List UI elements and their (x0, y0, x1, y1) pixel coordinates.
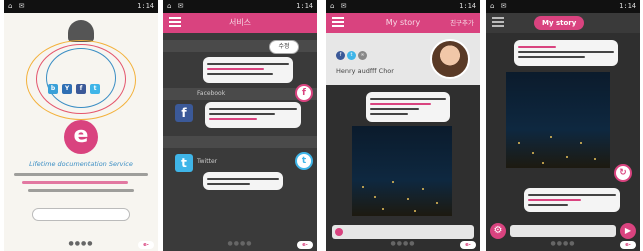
status-time: 1:14 (137, 2, 154, 10)
night-city-photo[interactable] (506, 72, 610, 168)
status-time: 1:14 (459, 2, 476, 10)
tagline: Lifetime documentation Service (29, 160, 133, 168)
corner-logo: e- (297, 241, 313, 249)
bottom-bar: ⚙ ▶ (490, 223, 636, 239)
status-time: 1:14 (296, 2, 313, 10)
speech-note (366, 92, 450, 122)
status-bar: ⌂ ✉ 1:14 (163, 0, 317, 13)
night-city-photo[interactable] (352, 126, 452, 216)
status-bar: ⌂ ✉ 1:14 (4, 0, 158, 13)
nav-dots: ●●●● (390, 240, 416, 247)
status-time: 1:14 (619, 2, 636, 10)
app-bar: My story 친구추가 (326, 13, 480, 33)
app-bar: 서비스 (163, 13, 317, 33)
yammer-icon: Y (62, 84, 72, 94)
comment-input[interactable] (510, 225, 616, 237)
edit-button[interactable]: 수정 (269, 40, 299, 54)
status-icons: ⌂ ✉ (167, 2, 186, 10)
handwritten-line (14, 173, 148, 176)
screen-my-story: ⌂ ✉ 1:14 My story 친구추가 f t ∞ Henry audfff … (326, 0, 480, 251)
nav-dots: ●●●● (550, 240, 576, 247)
pencil-icon (335, 228, 343, 236)
comment-input[interactable] (332, 225, 474, 239)
twitter-icon[interactable]: t (347, 51, 356, 60)
handwritten-line (22, 181, 128, 184)
status-icons: ⌂ ✉ (490, 2, 509, 10)
facebook-icon: f (76, 84, 86, 94)
facebook-icon[interactable]: f (175, 104, 193, 122)
screenshot-strip: ⌂ ✉ 1:14 b Y f t e Lifetime documentatio… (0, 0, 643, 251)
avatar[interactable] (430, 39, 470, 79)
speech-note (514, 40, 618, 66)
status-icons: ⌂ ✉ (8, 2, 27, 10)
screen-my-story-timeline: ⌂ ✉ 1:14 My story ↻ ⚙ ▶ ●●●● e- (486, 0, 640, 251)
brand-logo-icon: e (64, 120, 98, 154)
handwritten-line (28, 189, 134, 192)
screen-service: ⌂ ✉ 1:14 서비스 수정 f Facebook f t Twitter t… (163, 0, 317, 251)
corner-logo: e- (460, 241, 476, 249)
nav-dots: ●●●● (227, 240, 253, 247)
section-bar (163, 88, 317, 100)
section-bar (163, 136, 317, 148)
twitter-label: Twitter (197, 158, 218, 165)
facebook-label: Facebook (197, 90, 226, 97)
profile-card: f t ∞ Henry audfff Chor (326, 33, 480, 85)
status-bar: ⌂ ✉ 1:14 (326, 0, 480, 13)
corner-logo: e- (620, 241, 636, 249)
send-icon[interactable]: ▶ (620, 223, 636, 239)
nav-dots: ●●●● (68, 240, 94, 247)
twitter-icon[interactable]: t (175, 154, 193, 172)
blog-icon: b (48, 84, 58, 94)
facebook-icon[interactable]: f (336, 51, 345, 60)
corner-logo: e- (138, 241, 154, 249)
speech-note (203, 57, 293, 83)
status-icons: ⌂ ✉ (330, 2, 349, 10)
speech-note (203, 172, 283, 190)
profile-icons: f t ∞ (336, 41, 369, 60)
speech-note (524, 188, 620, 212)
lamp-icon (68, 20, 94, 42)
add-friend-button[interactable]: 친구추가 (450, 13, 474, 33)
speech-note (205, 102, 301, 128)
facebook-bubble-icon[interactable]: f (295, 84, 313, 102)
start-bubble[interactable] (32, 208, 130, 221)
profile-name: Henry audfff Chor (336, 67, 394, 75)
status-bar: ⌂ ✉ 1:14 (486, 0, 640, 13)
link-icon[interactable]: ∞ (358, 51, 367, 60)
gear-icon[interactable]: ⚙ (490, 223, 506, 239)
wire-decoration (46, 48, 116, 108)
my-story-pill[interactable]: My story (534, 16, 585, 30)
screen-splash: ⌂ ✉ 1:14 b Y f t e Lifetime documentatio… (4, 0, 158, 251)
menu-icon[interactable] (492, 17, 504, 27)
action-icon[interactable]: ↻ (614, 164, 632, 182)
twitter-bubble-icon[interactable]: t (295, 152, 313, 170)
twitter-icon: t (90, 84, 100, 94)
page-title: 서비스 (228, 18, 252, 27)
